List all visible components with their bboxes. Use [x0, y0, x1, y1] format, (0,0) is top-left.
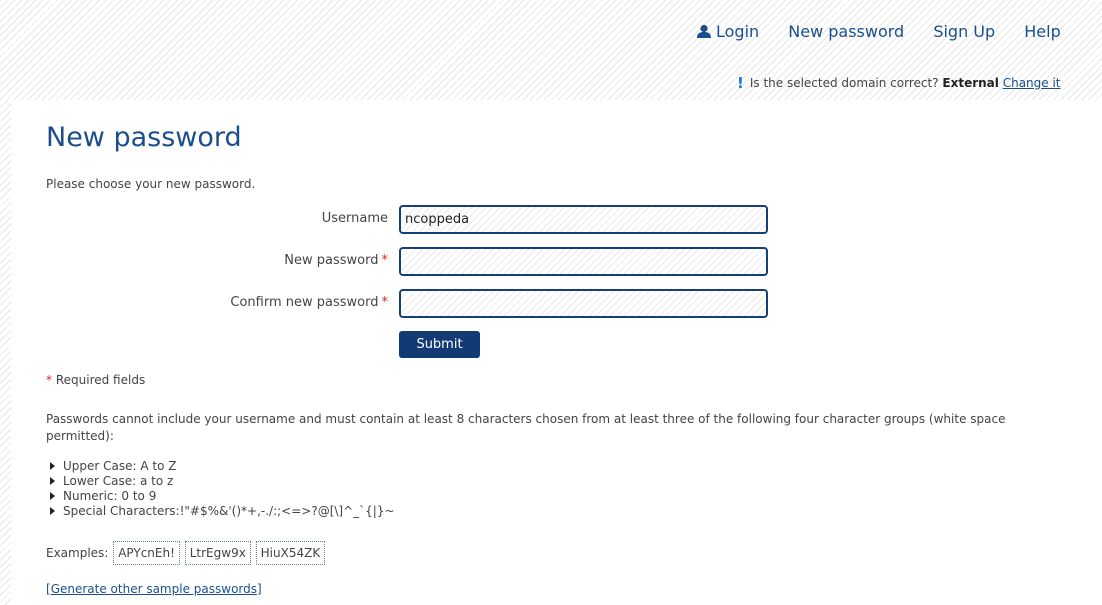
- new-password-label-text: New password: [284, 253, 379, 268]
- domain-question: Is the selected domain correct?: [749, 76, 939, 90]
- username-label-text: Username: [321, 211, 388, 226]
- change-domain-link[interactable]: Change it: [1003, 76, 1061, 90]
- triangle-bullet-icon: [50, 507, 55, 515]
- nav-sign-up-link[interactable]: Sign Up: [933, 22, 995, 41]
- required-star: *: [381, 295, 389, 310]
- domain-name: External: [942, 76, 999, 90]
- user-icon: [696, 23, 712, 38]
- examples-label: Examples:: [46, 546, 109, 560]
- example-password: HiuX54ZK: [255, 541, 326, 565]
- confirm-password-label-text: Confirm new password: [230, 295, 379, 310]
- username-input[interactable]: [399, 205, 768, 234]
- rule-text: Lower Case: a to z: [63, 474, 174, 488]
- password-policy-text: Passwords cannot include your username a…: [46, 412, 1006, 443]
- generate-passwords-link[interactable]: Generate other sample passwords: [51, 582, 257, 596]
- example-password: LtrEgw9x: [184, 541, 251, 565]
- list-item: Special Characters:!"#$%&'()*+,-./:;<=>?…: [50, 504, 395, 519]
- nav-login-link[interactable]: Login: [696, 22, 759, 41]
- list-item: Upper Case: A to Z: [50, 459, 395, 474]
- list-item: Lower Case: a to z: [50, 474, 395, 489]
- required-fields-text: Required fields: [55, 373, 146, 387]
- rule-text: Upper Case: A to Z: [63, 459, 177, 473]
- exclamation-icon: !: [737, 74, 744, 92]
- rule-text: Special Characters:!"#$%&'()*+,-./:;<=>?…: [63, 504, 395, 518]
- generate-passwords: [Generate other sample passwords]: [46, 582, 262, 596]
- triangle-bullet-icon: [50, 492, 55, 500]
- bracket-close: ]: [257, 582, 262, 596]
- triangle-bullet-icon: [50, 477, 55, 485]
- examples: Examples: APYcnEh! LtrEgw9x HiuX54ZK: [46, 541, 326, 565]
- intro-text: Please choose your new password.: [46, 177, 256, 191]
- new-password-label: New password *: [284, 253, 388, 268]
- required-star: *: [46, 373, 52, 387]
- required-fields-note: * Required fields: [46, 373, 145, 387]
- new-password-input[interactable]: [399, 247, 768, 276]
- rule-text: Numeric: 0 to 9: [63, 489, 157, 503]
- nav-new-password-link[interactable]: New password: [788, 22, 904, 41]
- top-nav: Login New password Sign Up Help: [696, 22, 1085, 41]
- character-group-list: Upper Case: A to Z Lower Case: a to z Nu…: [50, 459, 395, 519]
- required-star: *: [381, 253, 389, 268]
- nav-login-label: Login: [716, 22, 760, 41]
- confirm-password-label: Confirm new password *: [230, 295, 388, 310]
- triangle-bullet-icon: [50, 462, 55, 470]
- username-label: Username: [322, 211, 388, 226]
- domain-notice: ! Is the selected domain correct? Externa…: [737, 73, 1061, 92]
- list-item: Numeric: 0 to 9: [50, 489, 395, 504]
- page-title: New password: [46, 122, 242, 153]
- submit-button[interactable]: Submit: [399, 331, 480, 358]
- left-rail: [0, 100, 11, 605]
- example-password: APYcnEh!: [113, 541, 180, 565]
- nav-help-link[interactable]: Help: [1024, 22, 1060, 41]
- confirm-password-input[interactable]: [399, 289, 768, 318]
